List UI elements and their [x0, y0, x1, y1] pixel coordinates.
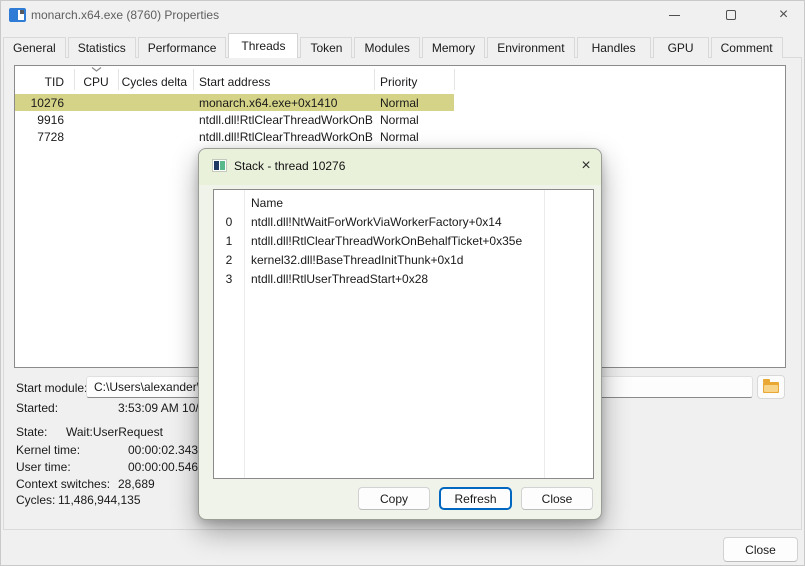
cell-tid: 7728	[15, 129, 74, 145]
header-separator	[374, 69, 375, 90]
maximize-button[interactable]	[708, 0, 754, 30]
tab-modules[interactable]: Modules	[354, 37, 419, 58]
stack-close-button[interactable]: Close	[521, 487, 593, 510]
header-separator	[193, 69, 194, 90]
close-window-button[interactable]: ×	[762, 0, 805, 30]
frame-index: 1	[214, 232, 244, 251]
stack-dialog-title: Stack - thread 10276	[234, 159, 345, 173]
tab-performance[interactable]: Performance	[138, 37, 227, 58]
cell-priority: Normal	[374, 129, 454, 145]
title-bar: monarch.x64.exe (8760) Properties ×	[0, 0, 805, 30]
threads-list-header: TID CPU Cycles delta Start address Prior…	[15, 66, 785, 93]
detail-label: State:	[16, 425, 47, 440]
tab-comment[interactable]: Comment	[711, 37, 783, 58]
window-title: monarch.x64.exe (8760) Properties	[31, 8, 219, 22]
column-header-priority[interactable]: Priority	[374, 72, 454, 92]
header-separator	[118, 69, 119, 90]
thread-row-7728[interactable]: 7728 ntdll.dll!RtlClearThreadWorkOnB... …	[15, 128, 785, 145]
frame-index: 2	[214, 251, 244, 270]
frame-index: 0	[214, 213, 244, 232]
stack-frame-row[interactable]: 3 ntdll.dll!RtlUserThreadStart+0x28	[214, 270, 593, 289]
refresh-button[interactable]: Refresh	[439, 487, 512, 510]
cell-priority: Normal	[374, 95, 454, 111]
cell-tid: 10276	[15, 95, 74, 111]
detail-value: Wait:UserRequest	[66, 425, 163, 440]
stack-dialog: Stack - thread 10276 × Name 0 ntdll.dll!…	[198, 148, 602, 520]
frame-index: 3	[214, 270, 244, 289]
stack-dialog-close-button[interactable]: ×	[573, 153, 599, 179]
cell-start-address: ntdll.dll!RtlClearThreadWorkOnB...	[193, 112, 374, 128]
app-icon	[9, 8, 26, 22]
tab-handles[interactable]: Handles	[577, 37, 651, 58]
tab-environment[interactable]: Environment	[487, 37, 574, 58]
minimize-icon	[669, 15, 680, 16]
detail-value: 3:53:09 AM 10/3	[118, 401, 205, 416]
start-module-label: Start module:	[16, 381, 87, 396]
detail-label: Context switches:	[16, 477, 110, 492]
detail-label: Started:	[16, 401, 58, 416]
cell-tid: 9916	[15, 112, 74, 128]
stack-dialog-titlebar: Stack - thread 10276 ×	[199, 149, 601, 185]
properties-window: monarch.x64.exe (8760) Properties × Gene…	[0, 0, 805, 566]
maximize-icon	[726, 10, 736, 20]
column-header-name[interactable]: Name	[251, 194, 283, 212]
column-header-cycles-delta[interactable]: Cycles delta	[118, 72, 193, 92]
detail-value: 11,486,944,135	[58, 493, 141, 508]
cell-priority: Normal	[374, 112, 454, 128]
tab-general[interactable]: General	[3, 37, 66, 58]
header-separator	[74, 69, 75, 90]
tab-gpu[interactable]: GPU	[653, 37, 709, 58]
tab-strip: General Statistics Performance Threads T…	[3, 33, 785, 58]
stack-frame-row[interactable]: 0 ntdll.dll!NtWaitForWorkViaWorkerFactor…	[214, 213, 593, 232]
column-header-start-address[interactable]: Start address	[193, 72, 374, 92]
stack-dialog-icon	[212, 159, 227, 172]
stack-frame-row[interactable]: 2 kernel32.dll!BaseThreadInitThunk+0x1d	[214, 251, 593, 270]
tab-threads[interactable]: Threads	[228, 33, 298, 58]
stack-frame-row[interactable]: 1 ntdll.dll!RtlClearThreadWorkOnBehalfTi…	[214, 232, 593, 251]
tab-token[interactable]: Token	[300, 37, 352, 58]
detail-label: User time:	[16, 460, 71, 475]
header-separator	[454, 69, 455, 90]
frame-name: ntdll.dll!NtWaitForWorkViaWorkerFactory+…	[251, 213, 591, 232]
thread-row-10276[interactable]: 10276 monarch.x64.exe+0x1410 Normal	[15, 94, 454, 111]
folder-icon	[763, 382, 779, 393]
close-icon: ×	[779, 7, 788, 23]
detail-label: Cycles:	[16, 493, 55, 508]
close-icon: ×	[581, 157, 590, 175]
tab-memory[interactable]: Memory	[422, 37, 485, 58]
column-header-cpu[interactable]: CPU	[74, 72, 118, 92]
minimize-button[interactable]	[651, 0, 697, 30]
properties-close-button[interactable]: Close	[723, 537, 798, 562]
tab-statistics[interactable]: Statistics	[68, 37, 136, 58]
thread-row-9916[interactable]: 9916 ntdll.dll!RtlClearThreadWorkOnB... …	[15, 111, 785, 128]
detail-label: Kernel time:	[16, 443, 80, 458]
cell-start-address: ntdll.dll!RtlClearThreadWorkOnB...	[193, 129, 374, 145]
detail-value: 00:00:02.343	[128, 443, 198, 458]
copy-button[interactable]: Copy	[358, 487, 430, 510]
frame-name: ntdll.dll!RtlClearThreadWorkOnBehalfTick…	[251, 232, 591, 251]
column-header-tid[interactable]: TID	[15, 72, 74, 92]
browse-start-module-button[interactable]	[757, 375, 785, 399]
frame-name: kernel32.dll!BaseThreadInitThunk+0x1d	[251, 251, 591, 270]
detail-value: 00:00:00.546	[128, 460, 198, 475]
frame-name: ntdll.dll!RtlUserThreadStart+0x28	[251, 270, 591, 289]
stack-frames-list: Name 0 ntdll.dll!NtWaitForWorkViaWorkerF…	[213, 189, 594, 479]
cell-start-address: monarch.x64.exe+0x1410	[193, 95, 374, 111]
detail-value: 28,689	[118, 477, 155, 492]
